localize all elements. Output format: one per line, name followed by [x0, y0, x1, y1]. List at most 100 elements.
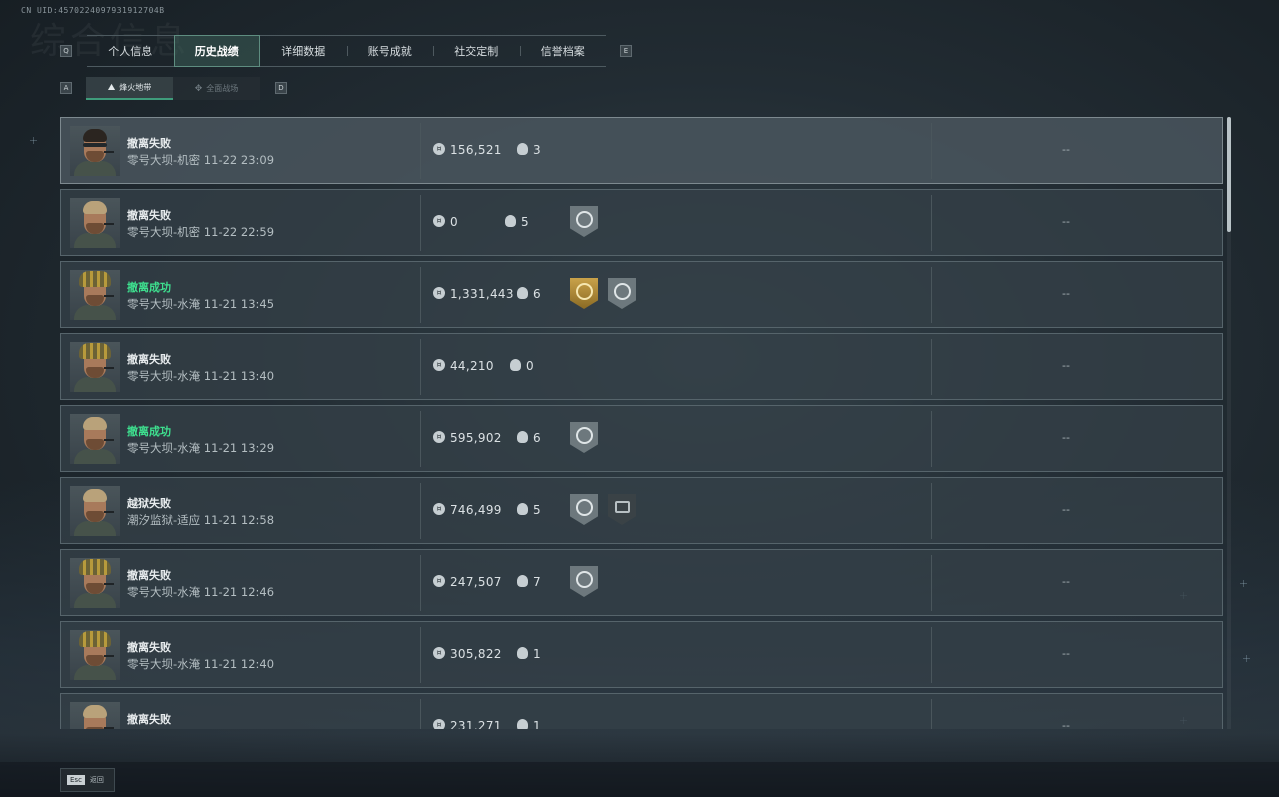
tab-achievements[interactable]: 账号成就: [346, 35, 434, 67]
subtab-flame-zone[interactable]: ⛰ 烽火地带: [86, 77, 173, 100]
scrollbar-thumb[interactable]: [1227, 117, 1231, 232]
avatar-hair: [83, 129, 107, 142]
corner-tick: [1240, 580, 1247, 587]
badge-icon: [575, 283, 593, 300]
extraction-status: 撤离成功: [127, 425, 171, 438]
coin-icon: ¤: [433, 719, 445, 729]
avatar-body: [74, 593, 116, 608]
operator-avatar: [70, 270, 120, 320]
avatar-mic: [104, 295, 114, 297]
match-record-row[interactable]: 撤离失败 零号大坝-水淹 11-21 13:40 ¤ 44,210 0 --: [60, 333, 1223, 400]
avatar-mic: [104, 511, 114, 513]
money-value: 1,331,443: [450, 287, 514, 301]
avatar-mic: [104, 151, 114, 153]
list-scrollbar[interactable]: [1227, 117, 1231, 729]
badge-icon: [614, 501, 630, 513]
extra-info: --: [1062, 215, 1070, 228]
map-and-time: 零号大坝-水淹 11-21 12:46: [127, 585, 275, 599]
column-divider: [931, 411, 932, 467]
match-record-row[interactable]: 越狱失败 潮汐监狱-适应 11-21 12:58 ¤ 746,499 5 --: [60, 477, 1223, 544]
subtab-label: 全面战场: [206, 84, 239, 93]
avatar-glasses: [83, 143, 107, 147]
skull-icon: [517, 503, 528, 515]
coin-icon: ¤: [433, 503, 445, 515]
extra-info: --: [1062, 719, 1070, 729]
map-and-time: 零号大坝-水淹 11-21 13:40: [127, 369, 275, 383]
back-button[interactable]: Esc 返回: [60, 768, 115, 792]
kill-count: 6: [533, 287, 541, 301]
operator-avatar: [70, 198, 120, 248]
extraction-status: 撤离失败: [127, 569, 171, 582]
money-value: 595,902: [450, 431, 502, 445]
avatar-beard: [86, 727, 104, 729]
extraction-status: 撤离失败: [127, 641, 171, 654]
column-divider: [420, 483, 421, 539]
column-divider: [931, 627, 932, 683]
corner-tick: [30, 137, 37, 144]
avatar-helmet: [79, 271, 111, 287]
kill-count: 5: [521, 215, 529, 229]
flame-zone-icon: ⛰: [107, 82, 116, 93]
avatar-helmet: [79, 343, 111, 359]
subtab-battlefield[interactable]: ✥ 全面战场: [173, 77, 260, 100]
avatar-mic: [104, 655, 114, 657]
next-tab-key-hint[interactable]: E: [620, 45, 632, 57]
match-record-row[interactable]: 撤离成功 零号大坝-水淹 11-21 13:45 ¤ 1,331,443 6 --: [60, 261, 1223, 328]
avatar-body: [74, 233, 116, 248]
extraction-status: 越狱失败: [127, 497, 171, 510]
column-divider: [420, 699, 421, 729]
column-divider: [931, 555, 932, 611]
column-divider: [931, 123, 932, 179]
money-value: 231,271: [450, 719, 502, 729]
column-divider: [931, 267, 932, 323]
coin-icon: ¤: [433, 575, 445, 587]
tab-detailed-data[interactable]: 详细数据: [260, 35, 347, 67]
skull-icon: [517, 647, 528, 659]
kill-count: 3: [533, 143, 541, 157]
map-and-time: 零号大坝-水淹 11-21 12:40: [127, 657, 275, 671]
money-value: 305,822: [450, 647, 502, 661]
item-badge: [608, 494, 636, 525]
extra-info: --: [1062, 143, 1070, 156]
money-value: 156,521: [450, 143, 502, 157]
match-record-row[interactable]: 撤离失败零号大坝-水淹 11-21 12:31 ¤ 231,271 1 --: [60, 693, 1223, 729]
tab-credit-record[interactable]: 信誉档案: [519, 35, 607, 67]
extra-info: --: [1062, 287, 1070, 300]
corner-tick: [1243, 655, 1250, 662]
bottom-bar: [0, 762, 1279, 797]
skull-icon: [517, 287, 528, 299]
user-uid: CN UID:4570224097931912704B: [21, 6, 165, 15]
money-value: 247,507: [450, 575, 502, 589]
prev-tab-key-hint[interactable]: Q: [60, 45, 72, 57]
extraction-status: 撤离失败: [127, 137, 171, 150]
map-and-time: 零号大坝-机密 11-22 23:09: [127, 153, 275, 167]
map-and-time: 零号大坝-机密 11-22 22:59: [127, 225, 275, 239]
next-subtab-key-hint[interactable]: D: [275, 82, 287, 94]
avatar-body: [74, 449, 116, 464]
tab-social-custom[interactable]: 社交定制: [433, 35, 520, 67]
avatar-mic: [104, 223, 114, 225]
skull-icon: [517, 431, 528, 443]
coin-icon: ¤: [433, 431, 445, 443]
match-record-row[interactable]: 撤离成功 零号大坝-水淹 11-21 13:29 ¤ 595,902 6 --: [60, 405, 1223, 472]
avatar-helmet: [79, 559, 111, 575]
match-record-row[interactable]: 撤离失败 零号大坝-水淹 11-21 12:40 ¤ 305,822 1 --: [60, 621, 1223, 688]
map-and-time: 零号大坝-水淹 11-21 13:45: [127, 297, 275, 311]
extraction-status: 撤离失败: [127, 353, 171, 366]
map-and-time: 潮汐监狱-适应 11-21 12:58: [127, 513, 275, 527]
column-divider: [420, 339, 421, 395]
prev-subtab-key-hint[interactable]: A: [60, 82, 72, 94]
money-value: 44,210: [450, 359, 494, 373]
extraction-status: 撤离失败: [127, 209, 171, 222]
tab-personal-info[interactable]: 个人信息: [87, 35, 174, 67]
match-record-row[interactable]: 撤离失败 零号大坝-水淹 11-21 12:46 ¤ 247,507 7 --: [60, 549, 1223, 616]
tab-match-history[interactable]: 历史战绩: [173, 35, 260, 67]
extraction-status: 撤离失败: [127, 713, 171, 726]
avatar-mic: [104, 439, 114, 441]
back-label: 返回: [89, 776, 104, 784]
extra-info: --: [1062, 575, 1070, 588]
avatar-mic: [104, 367, 114, 369]
coin-icon: ¤: [433, 143, 445, 155]
match-record-row[interactable]: 撤离失败零号大坝-机密 11-22 23:09 ¤ 156,521 3 --: [60, 117, 1223, 184]
match-record-row[interactable]: 撤离失败 零号大坝-机密 11-22 22:59 ¤ 0 5 --: [60, 189, 1223, 256]
